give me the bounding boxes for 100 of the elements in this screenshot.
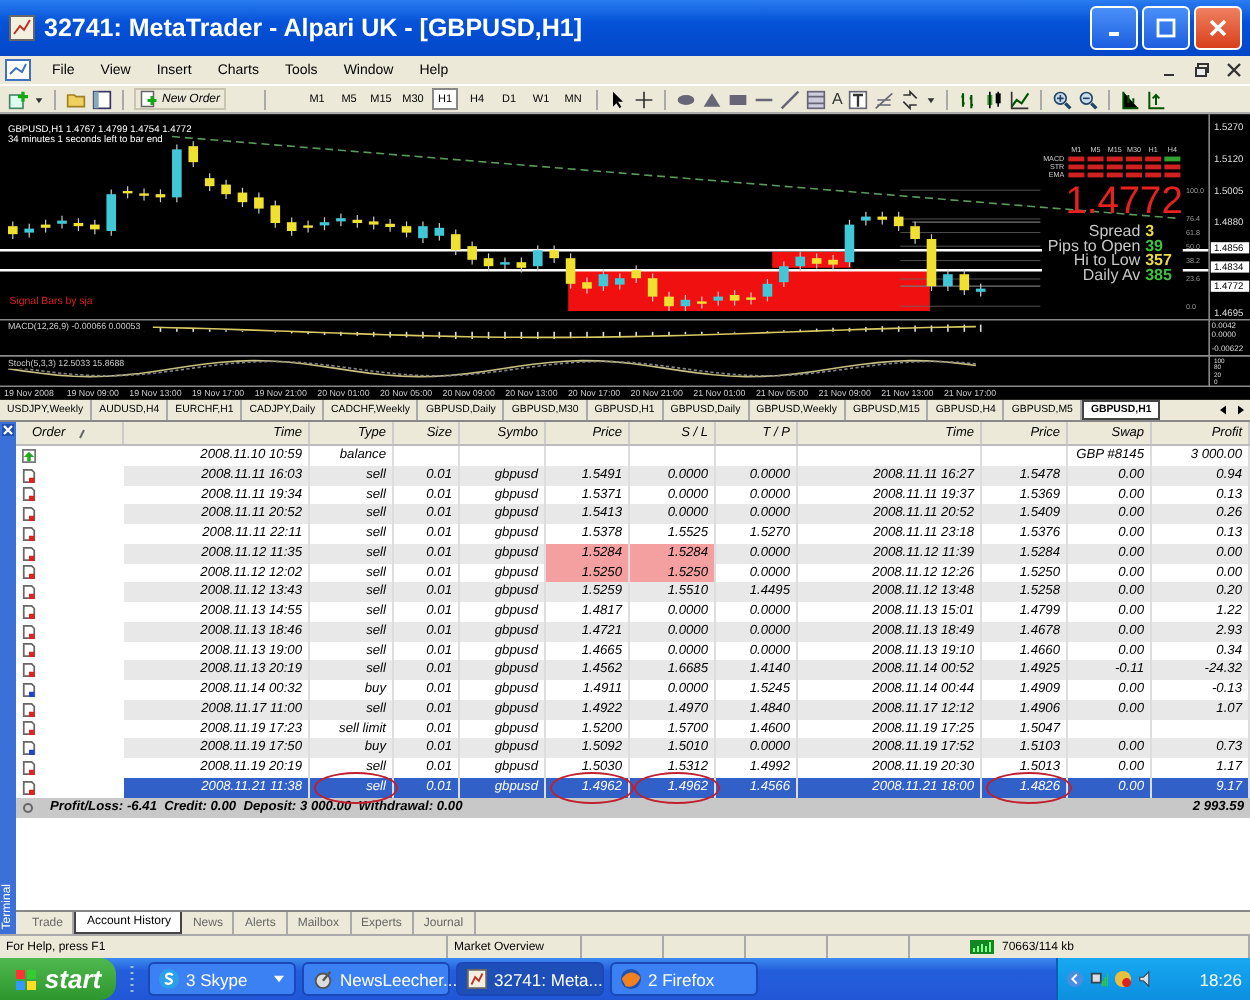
- text-tool[interactable]: A: [832, 90, 843, 108]
- maximize-button[interactable]: [1142, 6, 1190, 50]
- candle: [893, 211, 904, 232]
- candle: [24, 223, 34, 238]
- candle: [303, 220, 313, 234]
- stat-value: 357: [1145, 251, 1172, 270]
- candle: [319, 216, 330, 231]
- taskbar-button[interactable]: 3 Skype: [148, 962, 296, 996]
- fibonacci-icon[interactable]: [874, 89, 895, 109]
- candle: [254, 192, 264, 214]
- candle: [188, 140, 199, 168]
- candle: [910, 220, 920, 245]
- autoscroll-icon[interactable]: [1146, 89, 1167, 109]
- candle: [532, 244, 543, 272]
- chart-shift-icon[interactable]: [1120, 89, 1141, 109]
- candle: [434, 222, 445, 242]
- level-line: [899, 189, 1041, 191]
- rectangle-icon[interactable]: [728, 89, 749, 109]
- minimize-button[interactable]: [1090, 6, 1138, 50]
- stat-value: 3: [1145, 221, 1155, 240]
- candle: [467, 240, 477, 266]
- candle: [483, 252, 494, 272]
- candle: [975, 283, 986, 298]
- expand-icon[interactable]: [1066, 970, 1084, 988]
- shield-icon[interactable]: [1114, 970, 1132, 988]
- level-line: [899, 305, 1041, 307]
- candle: [959, 268, 970, 296]
- candle: [762, 278, 773, 302]
- candle: [713, 291, 724, 307]
- candle: [582, 276, 592, 294]
- candle: [286, 216, 297, 237]
- clock: 18:26: [1199, 969, 1242, 989]
- candle: [664, 291, 674, 312]
- candle: [697, 296, 707, 310]
- candle: [221, 179, 231, 200]
- sort-icon: [77, 427, 86, 439]
- candle: [647, 272, 658, 302]
- crosshair-icon[interactable]: [634, 89, 655, 109]
- candlestick-icon[interactable]: [984, 89, 1005, 109]
- candle: [926, 233, 937, 292]
- candle: [631, 264, 641, 284]
- minimize-icon: [1108, 32, 1120, 36]
- current-price: 1.4772: [1065, 181, 1183, 224]
- s-logo-icon: [158, 968, 180, 990]
- candle: [795, 251, 806, 272]
- triangle-icon[interactable]: [702, 89, 723, 109]
- globe-icon: [620, 968, 642, 990]
- zoom-out-icon[interactable]: [1078, 89, 1099, 109]
- channel-icon[interactable]: [806, 89, 827, 109]
- line-chart-icon[interactable]: [1010, 89, 1031, 109]
- cursor-icon[interactable]: [608, 89, 629, 109]
- candle: [352, 214, 363, 229]
- candle: [172, 143, 182, 203]
- candle: [877, 211, 888, 226]
- scroll-right-icon[interactable]: [1236, 404, 1246, 416]
- taskbar-button[interactable]: 2 Firefox: [610, 962, 758, 996]
- level-line: [899, 285, 1041, 287]
- chart-icon[interactable]: [4, 58, 32, 82]
- trendline-icon[interactable]: [780, 89, 801, 109]
- candle: [270, 200, 281, 229]
- caret-icon: [272, 974, 286, 984]
- candle: [861, 211, 871, 226]
- restore-icon[interactable]: [1194, 62, 1210, 78]
- new-chart-icon[interactable]: [8, 89, 28, 109]
- circle-icon: [22, 801, 34, 813]
- candle: [73, 217, 84, 232]
- level-line: [899, 232, 1041, 233]
- candle: [122, 185, 133, 199]
- candle: [598, 268, 609, 292]
- close-button[interactable]: [1194, 6, 1242, 50]
- candle: [106, 188, 117, 237]
- taskbar-button[interactable]: 32741: Meta...: [456, 962, 604, 996]
- scroll-left-icon[interactable]: [1218, 404, 1228, 416]
- label-icon[interactable]: [848, 89, 869, 109]
- ellipse-icon[interactable]: [676, 89, 697, 109]
- new-order-icon: [140, 90, 158, 108]
- stat-value: 39: [1145, 236, 1163, 255]
- network-icon[interactable]: [1090, 970, 1108, 988]
- candle: [368, 216, 379, 230]
- level-line: [899, 260, 1041, 261]
- candle: [204, 172, 215, 192]
- candle: [516, 256, 527, 274]
- zoom-in-icon[interactable]: [1052, 89, 1073, 109]
- bar-chart-icon[interactable]: [958, 89, 979, 109]
- document-icon: [22, 779, 36, 796]
- close-icon[interactable]: [1226, 62, 1242, 78]
- candle: [40, 219, 51, 234]
- candle: [8, 220, 18, 240]
- candle: [779, 260, 789, 288]
- stat-label: Pips to Open: [1047, 236, 1141, 255]
- candle: [844, 219, 855, 268]
- candle: [90, 219, 100, 235]
- stat-label: Spread: [1088, 221, 1141, 240]
- candle: [729, 289, 740, 307]
- window-icon[interactable]: [92, 89, 112, 109]
- candle: [549, 244, 559, 264]
- candle: [565, 252, 576, 290]
- level-line: [899, 278, 1041, 280]
- satellite-icon: [312, 968, 334, 990]
- arrows-icon[interactable]: [900, 89, 921, 109]
